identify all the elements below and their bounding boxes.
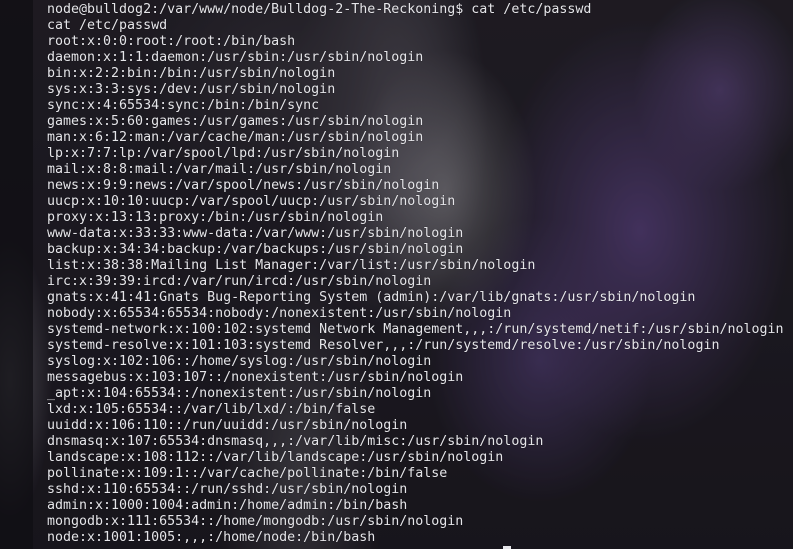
terminal-line: backup:x:34:34:backup:/var/backups:/usr/…: [47, 242, 464, 257]
terminal-line: dnsmasq:x:107:65534:dnsmasq,,,:/var/lib/…: [47, 434, 544, 449]
terminal-line: messagebus:x:103:107::/nonexistent:/usr/…: [47, 370, 464, 385]
terminal-line: irc:x:39:39:ircd:/var/run/ircd:/usr/sbin…: [47, 274, 432, 289]
terminal-line: pollinate:x:109:1::/var/cache/pollinate:…: [47, 466, 448, 481]
terminal-line: sync:x:4:65534:sync:/bin:/bin/sync: [47, 98, 320, 113]
terminal-line: daemon:x:1:1:daemon:/usr/sbin:/usr/sbin/…: [47, 50, 424, 65]
terminal-window[interactable]: node@bulldog2:/var/www/node/Bulldog-2-Th…: [33, 0, 793, 549]
terminal-line: www-data:x:33:33:www-data:/var/www:/usr/…: [47, 226, 464, 241]
terminal-line: man:x:6:12:man:/var/cache/man:/usr/sbin/…: [47, 130, 424, 145]
terminal-line: proxy:x:13:13:proxy:/bin:/usr/sbin/nolog…: [47, 210, 384, 225]
terminal-line: news:x:9:9:news:/var/spool/news:/usr/sbi…: [47, 178, 440, 193]
terminal-line: systemd-network:x:100:102:systemd Networ…: [47, 322, 784, 337]
desktop-screen: node@bulldog2:/var/www/node/Bulldog-2-Th…: [0, 0, 793, 549]
terminal-line: uuidd:x:106:110::/run/uuidd:/usr/sbin/no…: [47, 418, 408, 433]
terminal-line: systemd-resolve:x:101:103:systemd Resolv…: [47, 338, 720, 353]
left-panel-edge: [0, 0, 33, 549]
terminal-line: gnats:x:41:41:Gnats Bug-Reporting System…: [47, 290, 696, 305]
terminal-prompt-line: node@bulldog2:/var/www/node/Bulldog-2-Th…: [47, 2, 592, 17]
terminal-line: node:x:1001:1005:,,,:/home/node:/bin/bas…: [47, 530, 376, 545]
terminal-line: cat /etc/passwd: [47, 18, 168, 33]
terminal-output[interactable]: node@bulldog2:/var/www/node/Bulldog-2-Th…: [47, 2, 784, 546]
terminal-line: syslog:x:102:106::/home/syslog:/usr/sbin…: [47, 354, 432, 369]
terminal-line: lxd:x:105:65534::/var/lib/lxd/:/bin/fals…: [47, 402, 376, 417]
terminal-line: sshd:x:110:65534::/run/sshd:/usr/sbin/no…: [47, 482, 408, 497]
terminal-line: uucp:x:10:10:uucp:/var/spool/uucp:/usr/s…: [47, 194, 456, 209]
terminal-line: nobody:x:65534:65534:nobody:/nonexistent…: [47, 306, 512, 321]
terminal-line: _apt:x:104:65534::/nonexistent:/usr/sbin…: [47, 386, 432, 401]
terminal-line: sys:x:3:3:sys:/dev:/usr/sbin/nologin: [47, 82, 336, 97]
terminal-line: games:x:5:60:games:/usr/games:/usr/sbin/…: [47, 114, 424, 129]
terminal-line: bin:x:2:2:bin:/bin:/usr/sbin/nologin: [47, 66, 336, 81]
terminal-line: list:x:38:38:Mailing List Manager:/var/l…: [47, 258, 536, 273]
terminal-line: lp:x:7:7:lp:/var/spool/lpd:/usr/sbin/nol…: [47, 146, 400, 161]
terminal-line: landscape:x:108:112::/var/lib/landscape:…: [47, 450, 504, 465]
terminal-line: mail:x:8:8:mail:/var/mail:/usr/sbin/nolo…: [47, 162, 392, 177]
terminal-line: root:x:0:0:root:/root:/bin/bash: [47, 34, 296, 49]
terminal-line: mongodb:x:111:65534::/home/mongodb:/usr/…: [47, 514, 464, 529]
terminal-line: admin:x:1000:1004:admin:/home/admin:/bin…: [47, 498, 408, 513]
